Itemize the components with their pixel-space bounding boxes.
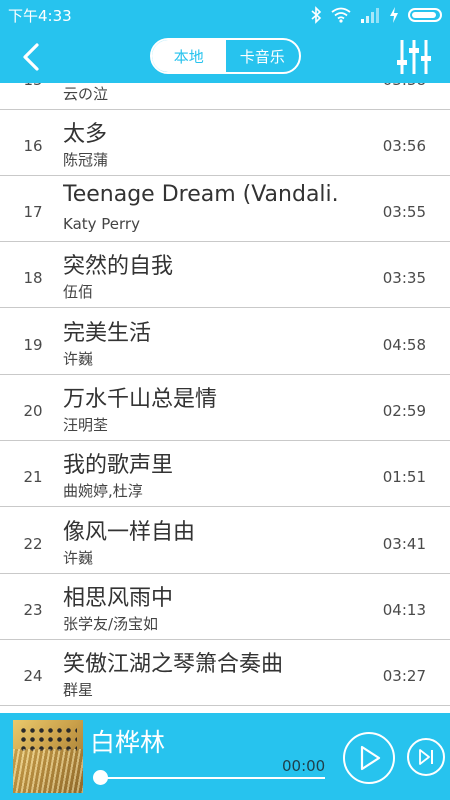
app-header: 本地 卡音乐 — [0, 30, 450, 83]
equalizer-button[interactable] — [396, 38, 432, 76]
song-row[interactable]: 20 万水千山总是情 汪明荃 02:59 — [0, 375, 450, 441]
equalizer-icon — [397, 40, 431, 74]
song-duration: 03:41 — [382, 535, 426, 553]
song-title: 笑傲江湖之琴箫合奏曲 — [63, 652, 284, 677]
song-number: 16 — [23, 137, 43, 155]
next-track-icon — [419, 749, 433, 765]
song-number: 20 — [23, 402, 43, 420]
song-artist: 许巍 — [63, 549, 94, 567]
song-row[interactable]: 24 笑傲江湖之琴箫合奏曲 群星 03:27 — [0, 640, 450, 706]
cover-wheat-art — [13, 749, 83, 793]
song-number: 19 — [23, 336, 43, 354]
tab-card-music-label: 卡音乐 — [239, 47, 285, 66]
song-duration: 02:59 — [382, 402, 426, 420]
source-tabs: 本地 卡音乐 — [150, 38, 301, 74]
tab-local-label: 本地 — [173, 47, 204, 66]
wifi-icon — [331, 7, 351, 23]
play-icon — [360, 745, 381, 771]
song-title: 我的歌声里 — [63, 453, 174, 478]
song-list[interactable]: 15 云の泣 03:38 16 太多 陈冠蒲 03:56 17 Teenage … — [0, 83, 450, 713]
song-row[interactable]: 15 云の泣 03:38 — [0, 83, 450, 110]
song-artist: 曲婉婷,杜淳 — [63, 482, 143, 500]
song-row[interactable]: 21 我的歌声里 曲婉婷,杜淳 01:51 — [0, 441, 450, 507]
song-artist: 陈冠蒲 — [63, 151, 109, 169]
battery-icon — [408, 8, 442, 22]
song-title: 相思风雨中 — [63, 586, 174, 611]
signal-icon — [360, 7, 380, 23]
song-duration: 03:35 — [382, 269, 426, 287]
song-row[interactable]: 17 Teenage Dream (Vandali. Katy Perry 03… — [0, 176, 450, 242]
status-time: 下午4:33 — [8, 6, 72, 25]
song-duration: 04:13 — [382, 601, 426, 619]
song-title: 完美生活 — [63, 321, 152, 346]
next-track-button[interactable] — [407, 738, 445, 776]
song-title: 太多 — [63, 122, 108, 147]
song-row[interactable]: 23 相思风雨中 张学友/汤宝如 04:13 — [0, 574, 450, 640]
song-title: Teenage Dream (Vandali. — [63, 182, 339, 207]
mini-player: 白桦林 00:00 — [0, 713, 450, 800]
song-duration: 03:27 — [382, 667, 426, 685]
song-artist: 伍佰 — [63, 283, 94, 301]
song-number: 23 — [23, 601, 43, 619]
song-number: 15 — [0, 83, 66, 110]
song-duration: 03:55 — [382, 203, 426, 221]
song-title: 突然的自我 — [63, 254, 174, 279]
song-duration: 01:51 — [382, 468, 426, 486]
song-row[interactable]: 18 突然的自我 伍佰 03:35 — [0, 242, 450, 308]
song-artist: 许巍 — [63, 350, 94, 368]
progress-knob[interactable] — [93, 770, 108, 785]
status-icons — [310, 6, 442, 24]
now-playing-title: 白桦林 — [90, 728, 166, 757]
song-artist: Katy Perry — [63, 215, 140, 233]
song-duration: 03:38 — [383, 83, 426, 110]
status-bar: 下午4:33 — [0, 0, 450, 30]
charging-icon — [389, 7, 399, 23]
song-artist: 群星 — [63, 681, 94, 699]
song-row[interactable]: 16 太多 陈冠蒲 03:56 — [0, 110, 450, 176]
play-button[interactable] — [343, 732, 395, 784]
song-title: 像风一样自由 — [63, 520, 196, 545]
song-number: 18 — [23, 269, 43, 287]
progress-bar[interactable] — [101, 777, 325, 779]
song-number: 22 — [23, 535, 43, 553]
song-duration: 03:56 — [382, 137, 426, 155]
back-arrow-icon — [23, 43, 39, 71]
song-row[interactable]: 22 像风一样自由 许巍 03:41 — [0, 508, 450, 574]
tab-card-music[interactable]: 卡音乐 — [226, 40, 300, 72]
tab-local[interactable]: 本地 — [152, 40, 226, 72]
song-duration: 04:58 — [382, 336, 426, 354]
song-artist: 云の泣 — [63, 85, 109, 103]
song-row[interactable]: 19 完美生活 许巍 04:58 — [0, 309, 450, 375]
song-title: 万水千山总是情 — [63, 387, 218, 412]
elapsed-time: 00:00 — [282, 757, 326, 775]
song-artist: 汪明荃 — [63, 416, 109, 434]
song-number: 21 — [23, 468, 43, 486]
song-number: 24 — [23, 667, 43, 685]
back-button[interactable] — [14, 40, 48, 74]
song-artist: 张学友/汤宝如 — [63, 615, 159, 633]
album-cover[interactable] — [13, 720, 83, 793]
bluetooth-icon — [310, 6, 322, 24]
song-number: 17 — [23, 203, 43, 221]
